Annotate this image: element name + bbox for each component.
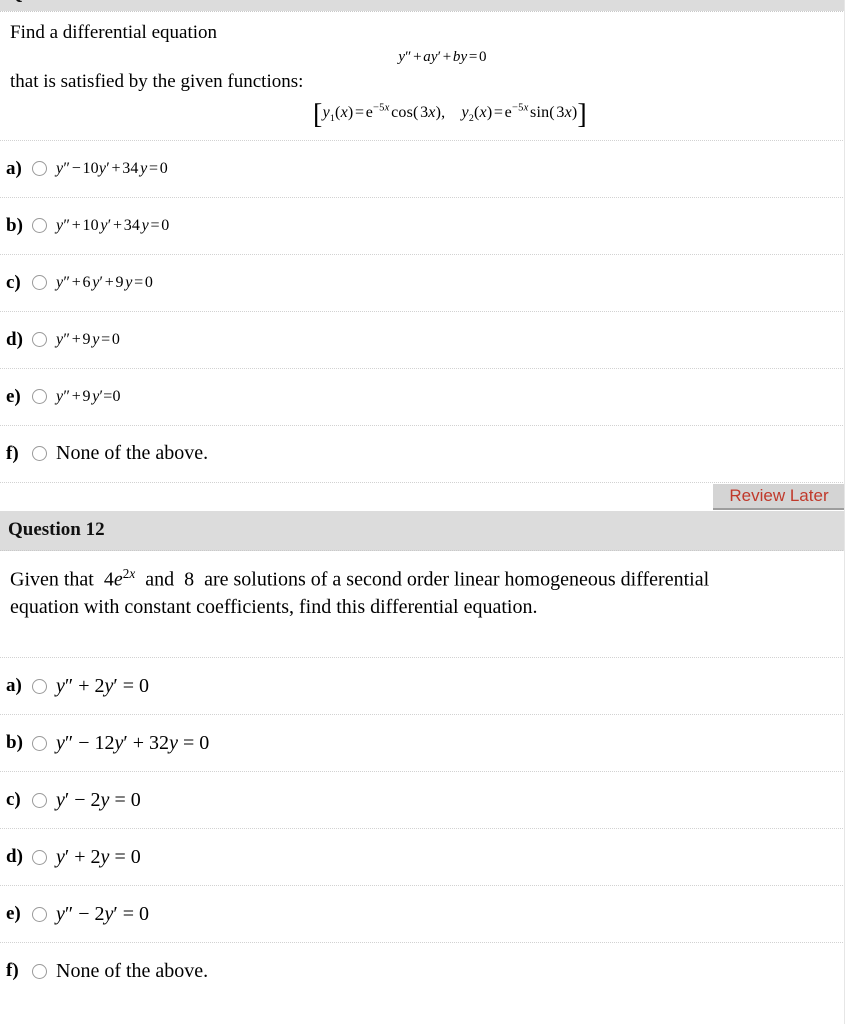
option-label: y″ + 9 y = 0 [56, 330, 121, 348]
option-letter: a) [6, 157, 22, 179]
question-11-option-f[interactable]: f) None of the above. [0, 424, 845, 482]
question-11-option-a[interactable]: a) y″ − 10y′ + 34 y = 0 [0, 139, 845, 197]
option-label: y″ − 2y′ = 0 [56, 902, 150, 925]
question-11-stem: Find a differential equation y″ + ay′ + … [0, 12, 845, 140]
option-letter: c) [6, 789, 21, 811]
option-letter: e) [6, 385, 21, 407]
question-11-given-functions: [y1(x) = e−5x cos( 3x), y2(x) = e−5x sin… [313, 99, 587, 131]
option-letter: a) [6, 675, 22, 697]
radio-button-icon[interactable] [32, 678, 47, 694]
question-11-option-e[interactable]: e) y″ + 9 y′=0 [0, 367, 845, 425]
question-11-stem-line-2: that is satisfied by the given functions… [10, 70, 304, 92]
radio-button-icon[interactable] [32, 332, 47, 348]
option-letter: b) [6, 214, 23, 236]
option-letter: e) [6, 903, 21, 925]
question-12-spacer [0, 631, 845, 657]
radio-button-icon[interactable] [32, 906, 47, 922]
option-label: y″ + 6 y′ + 9 y = 0 [56, 273, 154, 291]
option-label: y″ − 12y′ + 32y = 0 [56, 731, 210, 754]
radio-button-icon[interactable] [32, 161, 47, 177]
option-letter: f) [6, 442, 19, 464]
previous-question-title: Question 11 [8, 0, 104, 5]
question-12-option-a[interactable]: a) y″ + 2y′ = 0 [0, 657, 845, 714]
question-12-option-d[interactable]: d) y′ + 2y = 0 [0, 828, 845, 885]
option-letter: d) [6, 328, 23, 350]
question-12-header: Question 12 [0, 510, 845, 551]
question-11-stem-line-1: Find a differential equation [10, 22, 218, 43]
question-12-options: a) y″ + 2y′ = 0 b) y″ − 12y′ + 32y = 0 c… [0, 657, 845, 999]
question-11-equation: y″ + ay′ + by = 0 [398, 49, 487, 66]
question-11-block: Find a differential equation y″ + ay′ + … [0, 12, 845, 511]
question-11-options: a) y″ − 10y′ + 34 y = 0 b) y″ + 10 y′ + … [0, 139, 845, 482]
radio-button-icon[interactable] [32, 218, 47, 234]
option-label: None of the above. [56, 959, 209, 982]
radio-button-icon[interactable] [32, 735, 47, 751]
option-letter: d) [6, 846, 23, 868]
radio-button-icon[interactable] [32, 849, 47, 865]
question-11-review-bar: Review Later [0, 481, 845, 511]
question-12-block: Question 12 Given that 4e2x and 8 are so… [0, 510, 845, 1000]
option-label: y″ + 9 y′=0 [56, 387, 121, 405]
option-letter: f) [6, 960, 19, 982]
question-12-stem-line-2: equation with constant coefficients, fin… [10, 596, 538, 619]
radio-button-icon[interactable] [32, 389, 47, 405]
option-label: y′ − 2y = 0 [56, 788, 141, 811]
question-11-option-b[interactable]: b) y″ + 10 y′ + 34 y = 0 [0, 196, 845, 254]
radio-button-icon[interactable] [32, 275, 47, 291]
radio-button-icon[interactable] [32, 446, 47, 462]
question-12-option-c[interactable]: c) y′ − 2y = 0 [0, 771, 845, 828]
option-label: y″ + 2y′ = 0 [56, 674, 150, 697]
option-label: None of the above. [56, 442, 209, 465]
option-letter: c) [6, 271, 21, 293]
option-letter: b) [6, 732, 23, 754]
question-12-option-b[interactable]: b) y″ − 12y′ + 32y = 0 [0, 714, 845, 771]
question-12-option-f[interactable]: f) None of the above. [0, 942, 845, 999]
option-label: y′ + 2y = 0 [56, 845, 141, 868]
question-12-option-e[interactable]: e) y″ − 2y′ = 0 [0, 885, 845, 942]
radio-button-icon[interactable] [32, 792, 47, 808]
question-11-option-d[interactable]: d) y″ + 9 y = 0 [0, 310, 845, 368]
option-label: y″ − 10y′ + 34 y = 0 [56, 159, 168, 177]
previous-question-header-clipped: Question 11 [0, 0, 845, 11]
option-label: y″ + 10 y′ + 34 y = 0 [56, 216, 170, 234]
question-12-title: Question 12 [8, 519, 105, 541]
question-12-stem-line-1: Given that 4e2x and 8 are solutions of a… [10, 565, 710, 591]
review-later-button[interactable]: Review Later [713, 483, 845, 510]
question-11-option-c[interactable]: c) y″ + 6 y′ + 9 y = 0 [0, 253, 845, 311]
radio-button-icon[interactable] [32, 963, 47, 979]
question-12-stem: Given that 4e2x and 8 are solutions of a… [0, 551, 845, 632]
